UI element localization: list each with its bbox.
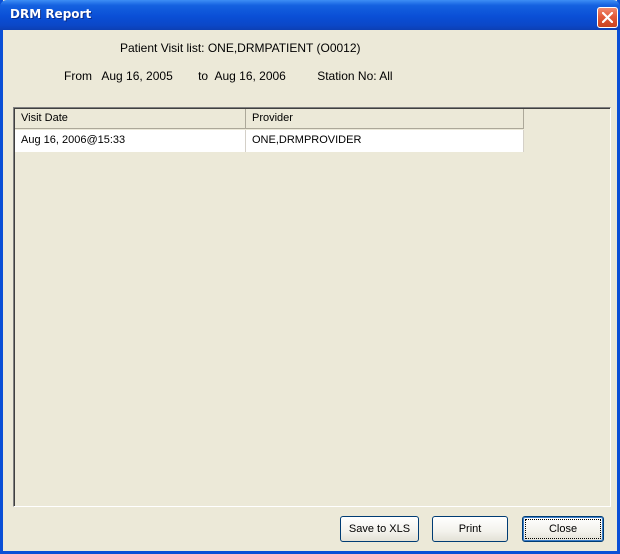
- patient-info-line: Patient Visit list: ONE,DRMPATIENT (O001…: [120, 41, 361, 55]
- from-label: From: [64, 69, 92, 83]
- visit-list-panel[interactable]: Visit Date Provider Aug 16, 2006@15:33 O…: [13, 107, 611, 507]
- provider-cell[interactable]: ONE,DRMPROVIDER: [246, 130, 524, 152]
- patient-name: ONE,DRMPATIENT (O0012): [207, 41, 361, 55]
- drm-report-window: DRM Report Patient Visit list: ONE,DRMPA…: [0, 0, 620, 554]
- title-bar[interactable]: DRM Report: [0, 0, 620, 30]
- column-header-provider[interactable]: Provider: [246, 109, 524, 129]
- station-value: All: [379, 69, 393, 83]
- visit-date-cell[interactable]: Aug 16, 2006@15:33: [15, 130, 246, 152]
- close-icon: [602, 12, 613, 23]
- to-label: to: [198, 69, 209, 83]
- save-to-xls-button[interactable]: Save to XLS: [340, 516, 419, 542]
- date-range-line: From Aug 16, 2005 to Aug 16, 2006 Statio…: [64, 69, 393, 83]
- patient-label: Patient Visit list:: [120, 41, 205, 55]
- close-button[interactable]: Close: [522, 516, 604, 542]
- print-button[interactable]: Print: [432, 516, 508, 542]
- window-close-button[interactable]: [597, 7, 618, 28]
- visit-grid: Visit Date Provider Aug 16, 2006@15:33 O…: [15, 109, 524, 157]
- window-title: DRM Report: [10, 7, 92, 21]
- from-date: Aug 16, 2005: [101, 69, 173, 83]
- column-header-visit-date[interactable]: Visit Date: [15, 109, 246, 129]
- to-date: Aug 16, 2006: [214, 69, 286, 83]
- station-label: Station No:: [317, 69, 377, 83]
